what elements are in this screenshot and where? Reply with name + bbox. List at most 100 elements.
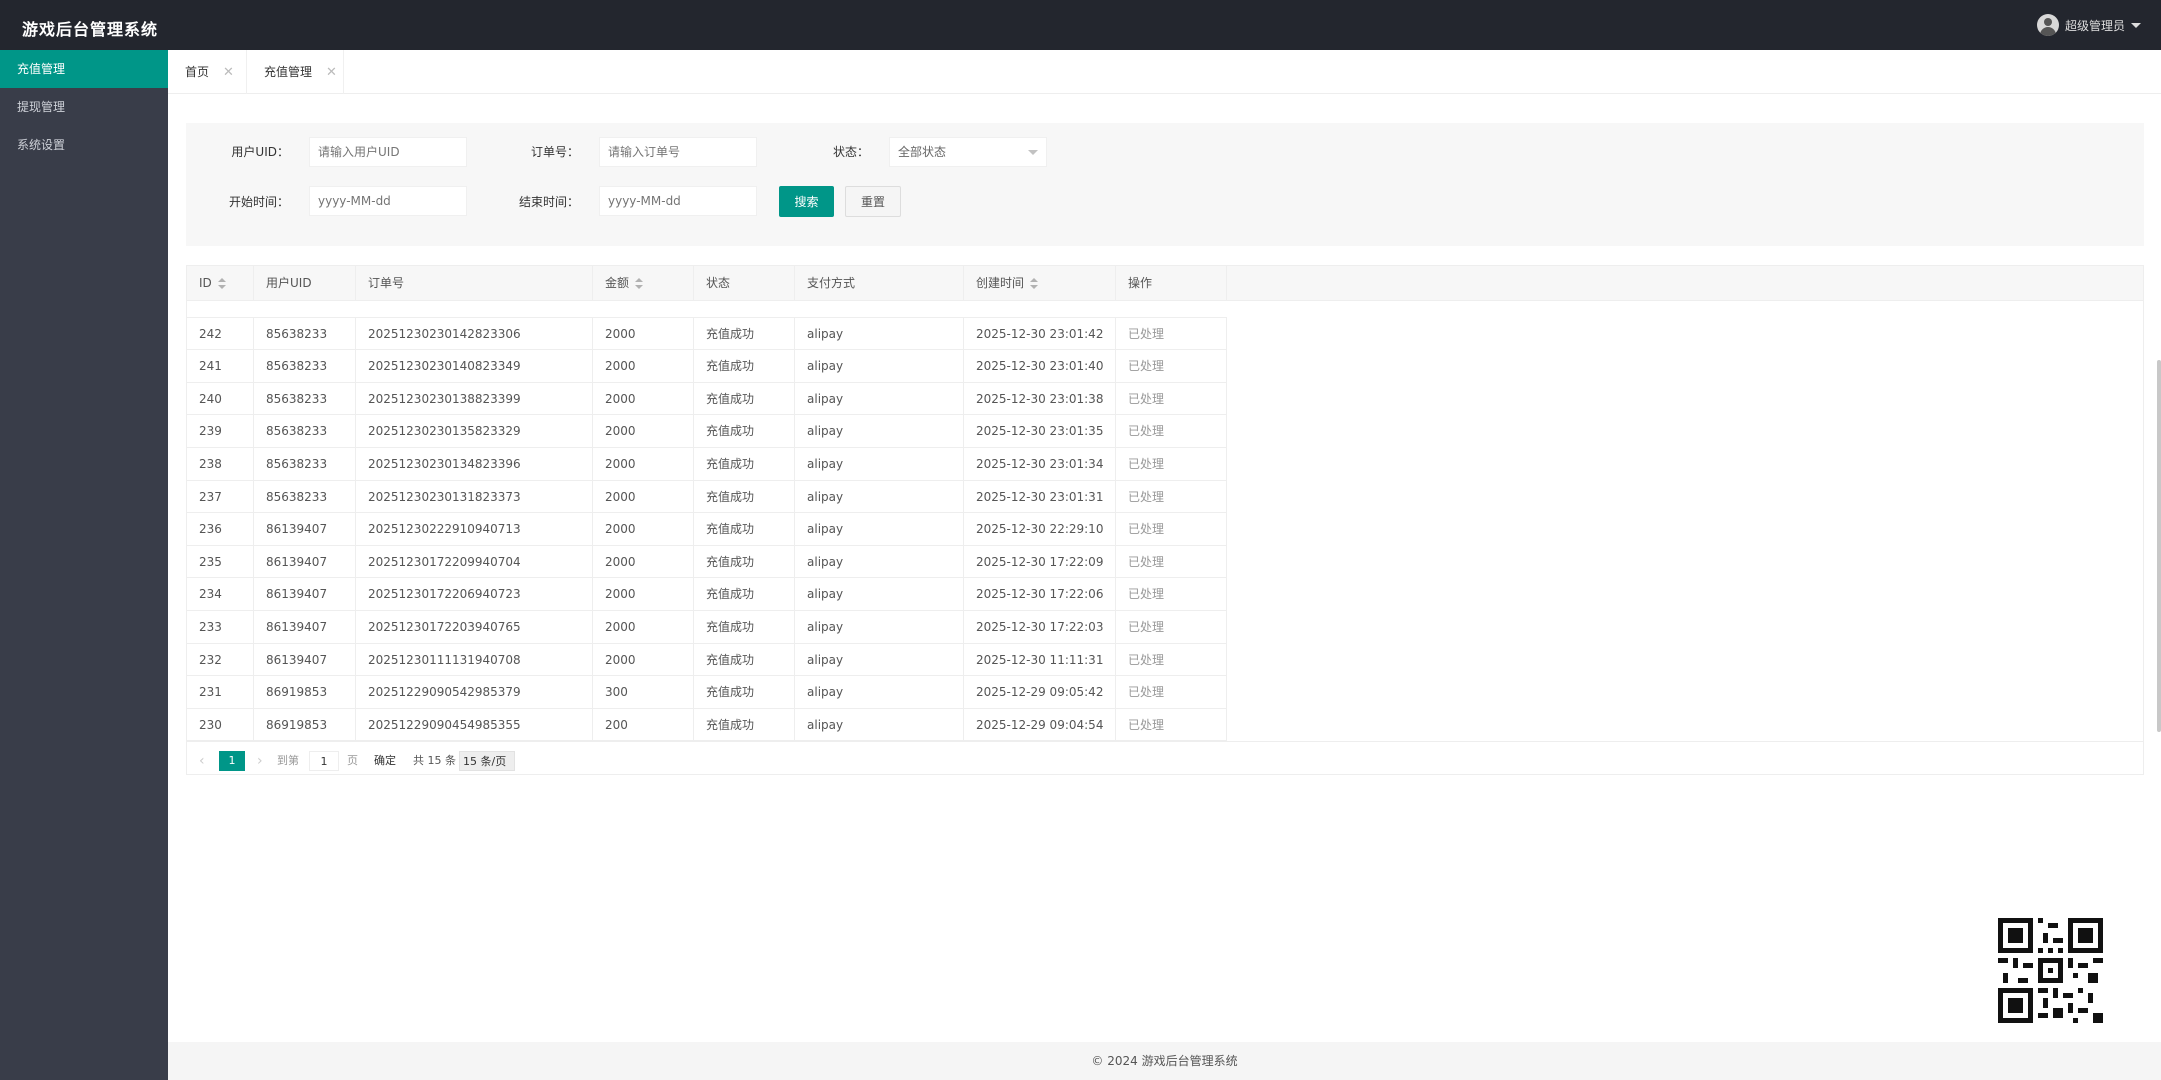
table-row[interactable]: 233 86139407 20251230172203940765 2000 充值成功 a…: [187, 610, 1227, 644]
col-header-order: 订单号: [356, 266, 593, 301]
table-cell: 300: [593, 676, 694, 709]
column-header-label: 用户UID: [266, 276, 312, 290]
table-cell: 20251230230138823399: [356, 382, 593, 416]
table-body: 242 85638233 20251230230142823306 2000 充值成功 a…: [187, 285, 1227, 742]
col-header-amount[interactable]: 金额: [593, 266, 694, 301]
page-current[interactable]: 1: [219, 751, 245, 771]
user-menu[interactable]: 超级管理员: [2036, 14, 2141, 36]
sidebar-item-settings[interactable]: 系统设置: [0, 126, 168, 164]
chevron-right-icon[interactable]: ›: [257, 751, 263, 771]
close-icon[interactable]: ✕: [223, 65, 234, 80]
table-cell: 85638233: [254, 382, 356, 416]
page-size-select[interactable]: 15 条/页 ⌄: [459, 751, 515, 771]
search-button[interactable]: 搜索: [779, 186, 834, 217]
table-cell: 230: [187, 708, 254, 742]
footer: © 2024 游戏后台管理系统: [168, 1042, 2161, 1080]
table-row[interactable]: 237 85638233 20251230230131823373 2000 充值成功 a…: [187, 480, 1227, 514]
tab-recharge[interactable]: 充值管理 ✕: [246, 50, 344, 94]
column-header-label: 操作: [1128, 276, 1153, 290]
table-cell: alipay: [795, 317, 964, 351]
table-cell: 2000: [593, 578, 694, 611]
sidebar-item-recharge[interactable]: 充值管理: [0, 50, 168, 88]
table-cell: 2000: [593, 610, 694, 644]
table-cell: 236: [187, 513, 254, 546]
table-row[interactable]: 241 85638233 20251230230140823349 2000 充值成功 a…: [187, 350, 1227, 383]
table-cell: 85638233: [254, 350, 356, 383]
table-cell: 2000: [593, 480, 694, 514]
pagination: ‹ 1 › 到第 1 页 确定 共 15 条 15 条/页 ⌄: [187, 741, 2143, 774]
sort-icon[interactable]: [1030, 277, 1039, 290]
table-cell: alipay: [795, 676, 964, 709]
goto-label: 到第: [277, 754, 299, 767]
table-cell: 240: [187, 382, 254, 416]
column-header-label: 金额: [605, 276, 630, 290]
table-row[interactable]: 231 86919853 20251229090542985379 300 充值成功 al…: [187, 676, 1227, 709]
page-scrollbar[interactable]: [2157, 360, 2161, 732]
table-cell: 已处理: [1116, 708, 1227, 742]
sort-icon[interactable]: [635, 277, 644, 290]
table-row[interactable]: 238 85638233 20251230230134823396 2000 充值成功 a…: [187, 447, 1227, 481]
order-input[interactable]: [599, 137, 757, 167]
table-cell: 2000: [593, 643, 694, 677]
table-cell: 已处理: [1116, 382, 1227, 416]
table-cell: 235: [187, 545, 254, 579]
table-cell: 232: [187, 643, 254, 677]
table-cell: 2025-12-30 23:01:34: [964, 447, 1116, 481]
table-cell: 充值成功: [694, 643, 795, 677]
table-row[interactable]: 240 85638233 20251230230138823399 2000 充值成功 a…: [187, 382, 1227, 416]
sort-icon[interactable]: [217, 277, 226, 290]
col-header-status: 状态: [694, 266, 795, 301]
table-cell: 2000: [593, 350, 694, 383]
user-name: 超级管理员: [2064, 18, 2125, 33]
table-row[interactable]: 230 86919853 20251229090454985355 200 充值成功 al…: [187, 708, 1227, 742]
table-cell: 充值成功: [694, 350, 795, 383]
table-cell: 2000: [593, 382, 694, 416]
col-header-created[interactable]: 创建时间: [964, 266, 1116, 301]
goto-confirm-button[interactable]: 确定: [369, 751, 401, 771]
table-row[interactable]: 242 85638233 20251230230142823306 2000 充值成功 a…: [187, 317, 1227, 351]
table-cell: 20251230230140823349: [356, 350, 593, 383]
col-header-payment: 支付方式: [795, 266, 964, 301]
chevron-down-icon: [2131, 22, 2141, 28]
table-cell: 2000: [593, 447, 694, 481]
table-cell: 充值成功: [694, 708, 795, 742]
table-cell: 充值成功: [694, 610, 795, 644]
chevron-left-icon[interactable]: ‹: [199, 751, 205, 771]
table-header-fill: [1227, 266, 2143, 301]
table-cell: 充值成功: [694, 676, 795, 709]
table-cell: 2000: [593, 545, 694, 579]
table-row[interactable]: 236 86139407 20251230222910940713 2000 充值成功 a…: [187, 513, 1227, 546]
table-cell: 20251229090454985355: [356, 708, 593, 742]
close-icon[interactable]: ✕: [326, 65, 337, 80]
uid-input[interactable]: [309, 137, 467, 167]
table-cell: 86919853: [254, 708, 356, 742]
table-row[interactable]: 234 86139407 20251230172206940723 2000 充值成功 a…: [187, 578, 1227, 611]
table-row[interactable]: 232 86139407 20251230111131940708 2000 充值成功 a…: [187, 643, 1227, 677]
table-cell: 已处理: [1116, 447, 1227, 481]
table-cell: 237: [187, 480, 254, 514]
tab-label: 首页: [185, 65, 210, 79]
order-label: 订单号：: [530, 145, 579, 159]
table-row[interactable]: 239 85638233 20251230230135823329 2000 充值成功 a…: [187, 415, 1227, 448]
goto-page-input[interactable]: 1: [309, 751, 339, 771]
recharge-table: ID 用户UID 订单号 金额 状态 支付方式 创建时间 操作 242 85638…: [186, 265, 2144, 775]
table-cell: 充值成功: [694, 447, 795, 481]
reset-button[interactable]: 重置: [845, 186, 901, 217]
column-header-label: 状态: [706, 276, 731, 290]
tab-home[interactable]: 首页 ✕: [168, 50, 246, 94]
table-row[interactable]: 235 86139407 20251230172209940704 2000 充值成功 a…: [187, 545, 1227, 579]
table-cell: 已处理: [1116, 643, 1227, 677]
end-label: 结束时间：: [518, 195, 579, 209]
status-select[interactable]: 全部状态: [889, 137, 1047, 167]
table-cell: 2025-12-30 23:01:38: [964, 382, 1116, 416]
start-date-input[interactable]: [309, 186, 467, 216]
col-header-id[interactable]: ID: [187, 266, 254, 301]
sidebar-item-withdraw[interactable]: 提现管理: [0, 88, 168, 126]
table-cell: 86139407: [254, 578, 356, 611]
table-cell: 20251230172209940704: [356, 545, 593, 579]
table-cell: 已处理: [1116, 676, 1227, 709]
table-cell: 86139407: [254, 610, 356, 644]
table-cell: 充值成功: [694, 480, 795, 514]
table-cell: 234: [187, 578, 254, 611]
end-date-input[interactable]: [599, 186, 757, 216]
